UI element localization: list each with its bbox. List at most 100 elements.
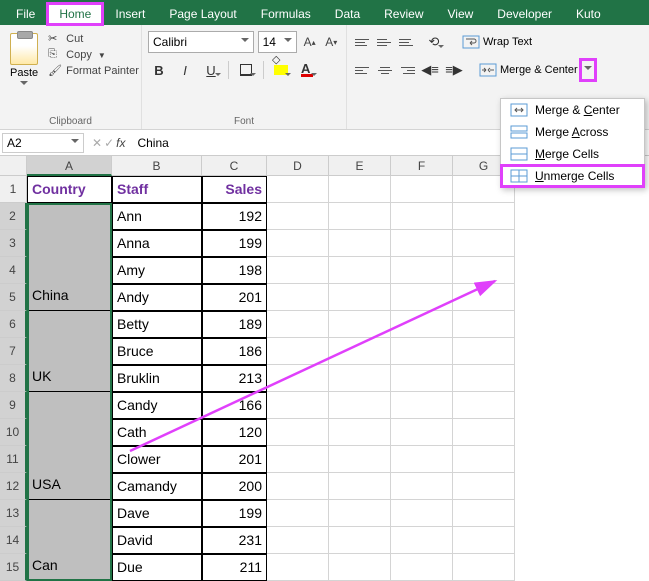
cell[interactable]: Amy [112, 257, 202, 284]
cell[interactable] [391, 473, 453, 500]
cell[interactable] [453, 419, 515, 446]
paste-button[interactable]: Paste [6, 31, 42, 91]
cell[interactable]: 166 [202, 392, 267, 419]
tab-kuto[interactable]: Kuto [564, 3, 613, 25]
font-name-combo[interactable]: Calibri [148, 31, 254, 53]
cell[interactable]: 231 [202, 527, 267, 554]
cell[interactable] [27, 203, 112, 230]
column-header[interactable]: E [329, 156, 391, 176]
cell[interactable] [453, 338, 515, 365]
italic-button[interactable]: I [174, 59, 196, 81]
menu-item-merge-center[interactable]: Merge & Center [501, 99, 644, 121]
column-header[interactable]: F [391, 156, 453, 176]
tab-formulas[interactable]: Formulas [249, 3, 323, 25]
cell[interactable] [267, 365, 329, 392]
cell[interactable] [267, 500, 329, 527]
cell[interactable] [267, 203, 329, 230]
tab-developer[interactable]: Developer [485, 3, 564, 25]
cell[interactable] [391, 419, 453, 446]
column-header[interactable]: A [27, 156, 112, 176]
tab-review[interactable]: Review [372, 3, 435, 25]
cell[interactable] [267, 338, 329, 365]
align-top-button[interactable] [353, 33, 373, 51]
cell[interactable]: David [112, 527, 202, 554]
cell[interactable] [27, 392, 112, 419]
cell[interactable]: 189 [202, 311, 267, 338]
cell[interactable] [329, 392, 391, 419]
cell[interactable] [391, 176, 453, 203]
cell[interactable] [27, 338, 112, 365]
cell[interactable]: Andy [112, 284, 202, 311]
cell[interactable] [453, 527, 515, 554]
cell[interactable] [453, 284, 515, 311]
align-middle-button[interactable] [375, 33, 395, 51]
cell[interactable]: Country [27, 176, 112, 203]
cell[interactable] [27, 419, 112, 446]
row-header[interactable]: 1 [0, 176, 27, 203]
cell[interactable]: China [27, 284, 112, 311]
cell[interactable] [267, 230, 329, 257]
cell[interactable] [329, 284, 391, 311]
cell[interactable] [329, 203, 391, 230]
menu-item-merge-across[interactable]: Merge Across [501, 121, 644, 143]
increase-font-button[interactable]: A▴ [301, 31, 319, 53]
name-box[interactable]: A2 [2, 133, 84, 153]
cell[interactable]: Ann [112, 203, 202, 230]
cell[interactable] [267, 311, 329, 338]
cell[interactable] [267, 392, 329, 419]
cell[interactable]: 201 [202, 446, 267, 473]
align-left-button[interactable] [353, 61, 373, 79]
cell[interactable] [391, 257, 453, 284]
wrap-text-button[interactable]: Wrap Text [459, 34, 536, 50]
cell[interactable]: Dave [112, 500, 202, 527]
copy-button[interactable]: ⎘Copy▼ [46, 47, 141, 63]
column-header[interactable]: B [112, 156, 202, 176]
cell[interactable] [453, 311, 515, 338]
font-size-combo[interactable]: 14 [258, 31, 297, 53]
cell[interactable] [27, 500, 112, 527]
cell[interactable]: 201 [202, 284, 267, 311]
cell[interactable] [453, 203, 515, 230]
cell[interactable] [329, 176, 391, 203]
cell[interactable] [453, 392, 515, 419]
cell[interactable] [267, 527, 329, 554]
select-all-corner[interactable] [0, 156, 27, 176]
cell[interactable] [267, 176, 329, 203]
cell[interactable] [391, 203, 453, 230]
cell[interactable] [453, 446, 515, 473]
cell[interactable] [267, 473, 329, 500]
row-header[interactable]: 6 [0, 311, 27, 338]
align-bottom-button[interactable] [397, 33, 417, 51]
cell[interactable]: 198 [202, 257, 267, 284]
cell[interactable] [27, 230, 112, 257]
row-header[interactable]: 14 [0, 527, 27, 554]
tab-data[interactable]: Data [323, 3, 372, 25]
cell[interactable] [391, 500, 453, 527]
cell[interactable]: 192 [202, 203, 267, 230]
underline-button[interactable]: U [200, 59, 222, 81]
cell[interactable] [27, 446, 112, 473]
row-header[interactable]: 10 [0, 419, 27, 446]
decrease-indent-button[interactable]: ◀≡ [419, 59, 441, 81]
cell[interactable] [267, 446, 329, 473]
cell[interactable]: Sales [202, 176, 267, 203]
cell[interactable] [329, 527, 391, 554]
cell[interactable]: 199 [202, 230, 267, 257]
cell[interactable]: 120 [202, 419, 267, 446]
tab-page-layout[interactable]: Page Layout [157, 3, 248, 25]
cell[interactable] [329, 500, 391, 527]
cell[interactable] [267, 419, 329, 446]
merge-center-button[interactable]: Merge & Center [475, 60, 581, 80]
cell[interactable]: Cath [112, 419, 202, 446]
tab-insert[interactable]: Insert [103, 3, 157, 25]
cell[interactable] [391, 446, 453, 473]
enter-formula-button[interactable]: ✓ [104, 136, 114, 150]
row-header[interactable]: 11 [0, 446, 27, 473]
row-header[interactable]: 2 [0, 203, 27, 230]
cell[interactable]: UK [27, 365, 112, 392]
cell[interactable] [453, 365, 515, 392]
cell[interactable]: Candy [112, 392, 202, 419]
cell[interactable] [391, 311, 453, 338]
cell[interactable] [453, 230, 515, 257]
fx-button[interactable]: fx [116, 136, 125, 150]
